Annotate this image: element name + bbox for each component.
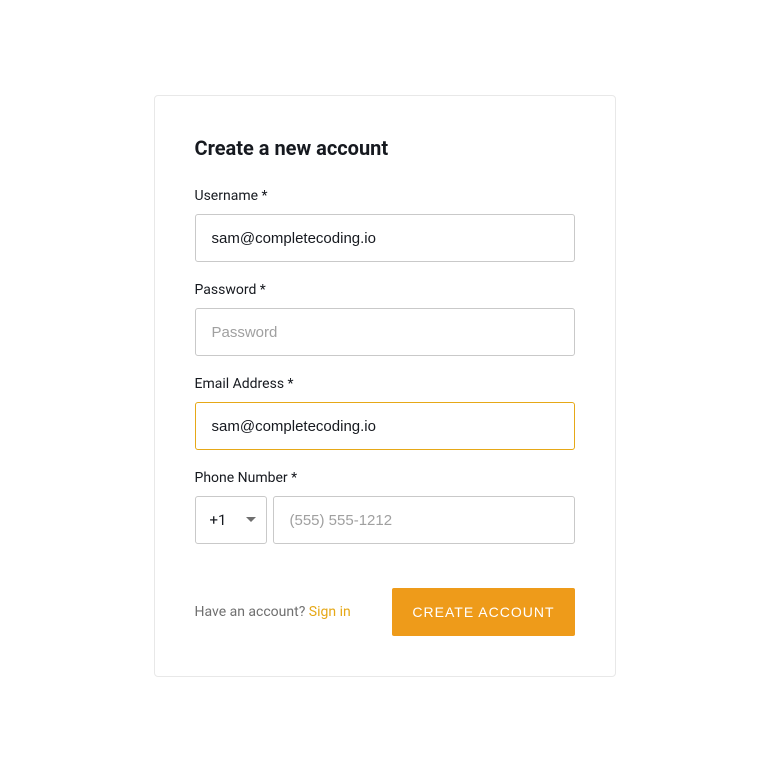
username-label: Username * <box>195 188 575 204</box>
dial-code-value: +1 <box>210 511 227 529</box>
phone-row: +1 <box>195 496 575 544</box>
chevron-down-icon <box>246 517 256 523</box>
username-field-group: Username * <box>195 188 575 262</box>
email-label: Email Address * <box>195 376 575 392</box>
footer-row: Have an account? Sign in CREATE ACCOUNT <box>195 588 575 636</box>
email-field-group: Email Address * <box>195 376 575 450</box>
password-field-group: Password * <box>195 282 575 356</box>
have-account-text: Have an account? <box>195 604 309 620</box>
username-input[interactable] <box>195 214 575 262</box>
signup-card: Create a new account Username * Password… <box>154 95 616 677</box>
phone-field-group: Phone Number * +1 <box>195 470 575 544</box>
phone-input[interactable] <box>273 496 575 544</box>
phone-label: Phone Number * <box>195 470 575 486</box>
sign-in-link[interactable]: Sign in <box>309 604 351 620</box>
signin-text: Have an account? Sign in <box>195 604 351 620</box>
dial-code-select[interactable]: +1 <box>195 496 267 544</box>
page-title: Create a new account <box>195 136 575 160</box>
password-input[interactable] <box>195 308 575 356</box>
email-input[interactable] <box>195 402 575 450</box>
create-account-button[interactable]: CREATE ACCOUNT <box>392 588 574 636</box>
password-label: Password * <box>195 282 575 298</box>
